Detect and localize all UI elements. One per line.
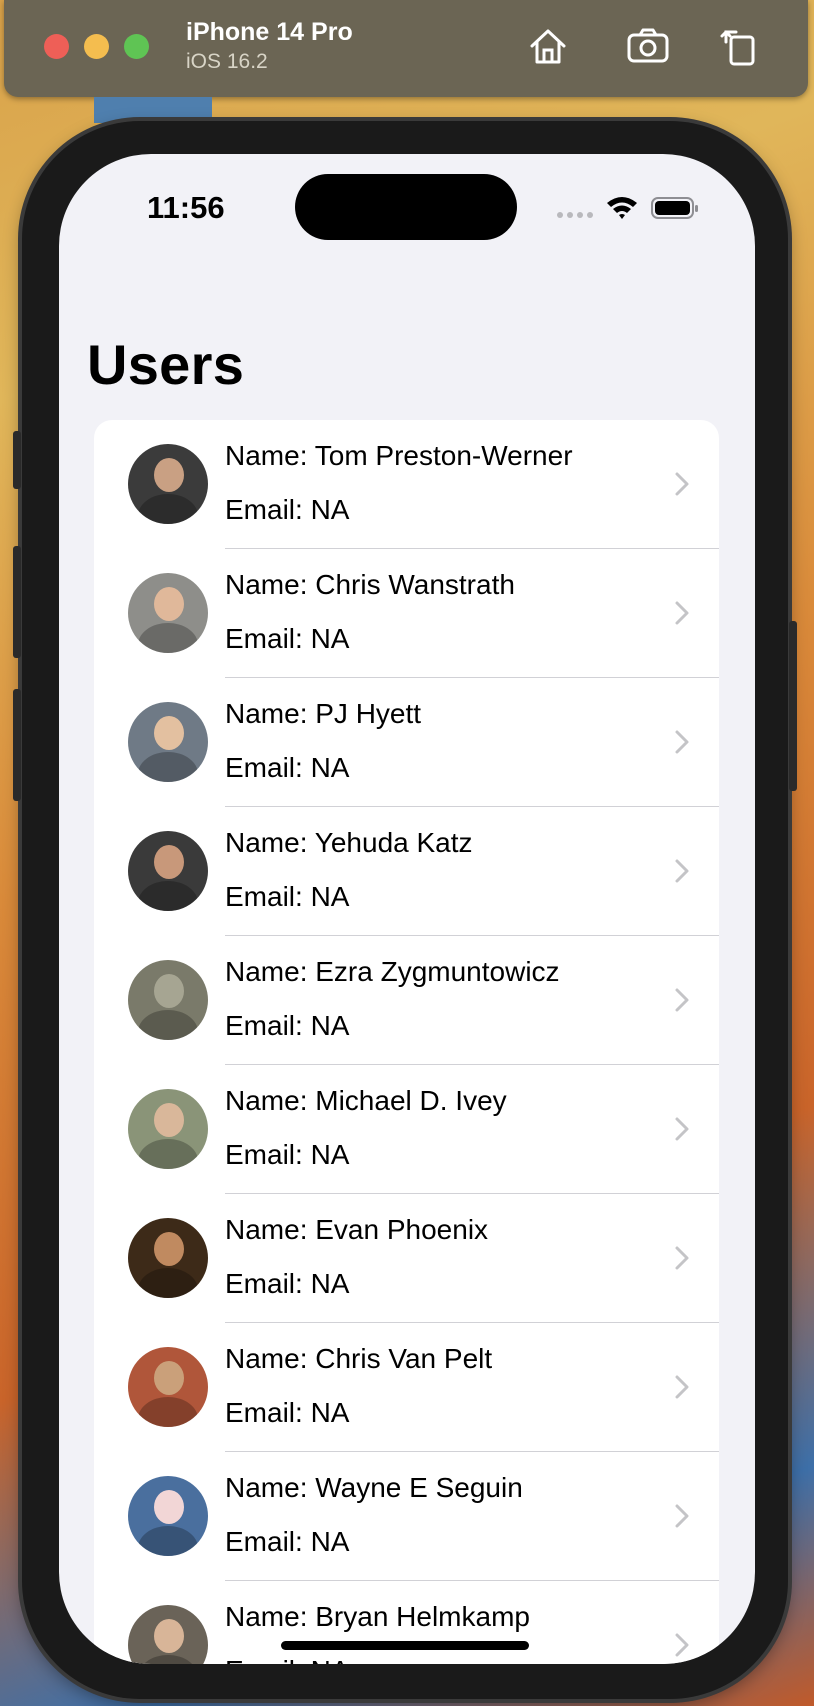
avatar xyxy=(128,702,208,782)
user-email: Email: NA xyxy=(225,1397,350,1428)
wifi-icon xyxy=(607,197,637,219)
chevron-right-icon xyxy=(675,472,689,496)
user-email: Email: NA xyxy=(225,752,350,783)
status-time: 11:56 xyxy=(147,190,225,225)
cellular-icon xyxy=(557,212,593,218)
screenshot-icon xyxy=(627,28,669,63)
user-email: Email: NA xyxy=(225,881,350,912)
avatar xyxy=(128,1218,208,1298)
user-email: Email: NA xyxy=(225,494,350,525)
battery-icon xyxy=(651,197,698,219)
simulator-title-bar: iPhone 14 Pro iOS 16.2 xyxy=(4,0,808,97)
avatar xyxy=(128,1605,208,1664)
volume-down-button[interactable] xyxy=(13,689,21,801)
user-row[interactable]: Name: Wayne E Seguin Email: NA xyxy=(94,1452,719,1581)
user-email: Email: NA xyxy=(225,1139,350,1170)
user-name: Name: Yehuda Katz xyxy=(225,827,473,858)
rotate-icon xyxy=(720,30,755,66)
user-name: Name: Wayne E Seguin xyxy=(225,1472,523,1503)
user-name: Name: Chris Wanstrath xyxy=(225,569,515,600)
user-name: Name: Chris Van Pelt xyxy=(225,1343,493,1374)
home-indicator[interactable] xyxy=(281,1641,529,1650)
rotate-button[interactable] xyxy=(716,22,764,70)
user-name: Name: Michael D. Ivey xyxy=(225,1085,507,1116)
simulator-os-version: iOS 16.2 xyxy=(186,50,268,73)
user-row[interactable]: Name: Michael D. Ivey Email: NA xyxy=(94,1065,719,1194)
chevron-right-icon xyxy=(675,730,689,754)
chevron-right-icon xyxy=(675,1504,689,1528)
user-row[interactable]: Name: Evan Phoenix Email: NA xyxy=(94,1194,719,1323)
mute-switch[interactable] xyxy=(13,431,21,489)
user-name: Name: Tom Preston-Werner xyxy=(225,440,573,471)
avatar xyxy=(128,1089,208,1169)
avatar xyxy=(128,960,208,1040)
simulator-device-name: iPhone 14 Pro xyxy=(186,18,353,46)
chevron-right-icon xyxy=(675,1246,689,1270)
avatar xyxy=(128,831,208,911)
user-name: Name: Ezra Zygmuntowicz xyxy=(225,956,560,987)
avatar xyxy=(128,1476,208,1556)
chevron-right-icon xyxy=(675,1375,689,1399)
users-list: Name: Tom Preston-Werner Email: NA Name: C… xyxy=(94,420,719,1664)
page-title: Users xyxy=(87,333,245,396)
avatar xyxy=(128,444,208,524)
user-email: Email: NA xyxy=(225,1526,350,1557)
screenshot-button[interactable] xyxy=(624,22,672,70)
user-row[interactable]: Name: Yehuda Katz Email: NA xyxy=(94,807,719,936)
power-button[interactable] xyxy=(789,621,797,791)
home-icon xyxy=(530,29,566,64)
minimize-window-button[interactable] xyxy=(84,34,109,59)
user-row[interactable]: Name: PJ Hyett Email: NA xyxy=(94,678,719,807)
dynamic-island xyxy=(295,174,517,240)
user-name: Name: Bryan Helmkamp xyxy=(225,1601,530,1632)
home-button[interactable] xyxy=(524,22,572,70)
close-window-button[interactable] xyxy=(44,34,69,59)
volume-up-button[interactable] xyxy=(13,546,21,658)
user-email: Email: NA xyxy=(225,623,350,654)
user-email: Email: NA xyxy=(225,1655,349,1664)
user-name: Name: PJ Hyett xyxy=(225,698,422,729)
phone-screen: 11:56 Users Name: Tom Preston-Werner Emai… xyxy=(59,154,755,1664)
user-row[interactable]: Name: Tom Preston-Werner Email: NA xyxy=(94,420,719,549)
chevron-right-icon xyxy=(675,1633,689,1657)
user-row[interactable]: Name: Chris Van Pelt Email: NA xyxy=(94,1323,719,1452)
avatar xyxy=(128,573,208,653)
avatar xyxy=(128,1347,208,1427)
user-email: Email: NA xyxy=(225,1010,350,1041)
user-email: Email: NA xyxy=(225,1268,350,1299)
chevron-right-icon xyxy=(675,988,689,1012)
zoom-window-button[interactable] xyxy=(124,34,149,59)
user-row[interactable]: Name: Chris Wanstrath Email: NA xyxy=(94,549,719,678)
user-row[interactable]: Name: Bryan Helmkamp Email: NA xyxy=(94,1581,719,1664)
background-window-tab xyxy=(94,97,212,123)
user-name: Name: Evan Phoenix xyxy=(225,1214,489,1245)
user-row[interactable]: Name: Ezra Zygmuntowicz Email: NA xyxy=(94,936,719,1065)
chevron-right-icon xyxy=(675,1117,689,1141)
chevron-right-icon xyxy=(675,859,689,883)
chevron-right-icon xyxy=(675,601,689,625)
